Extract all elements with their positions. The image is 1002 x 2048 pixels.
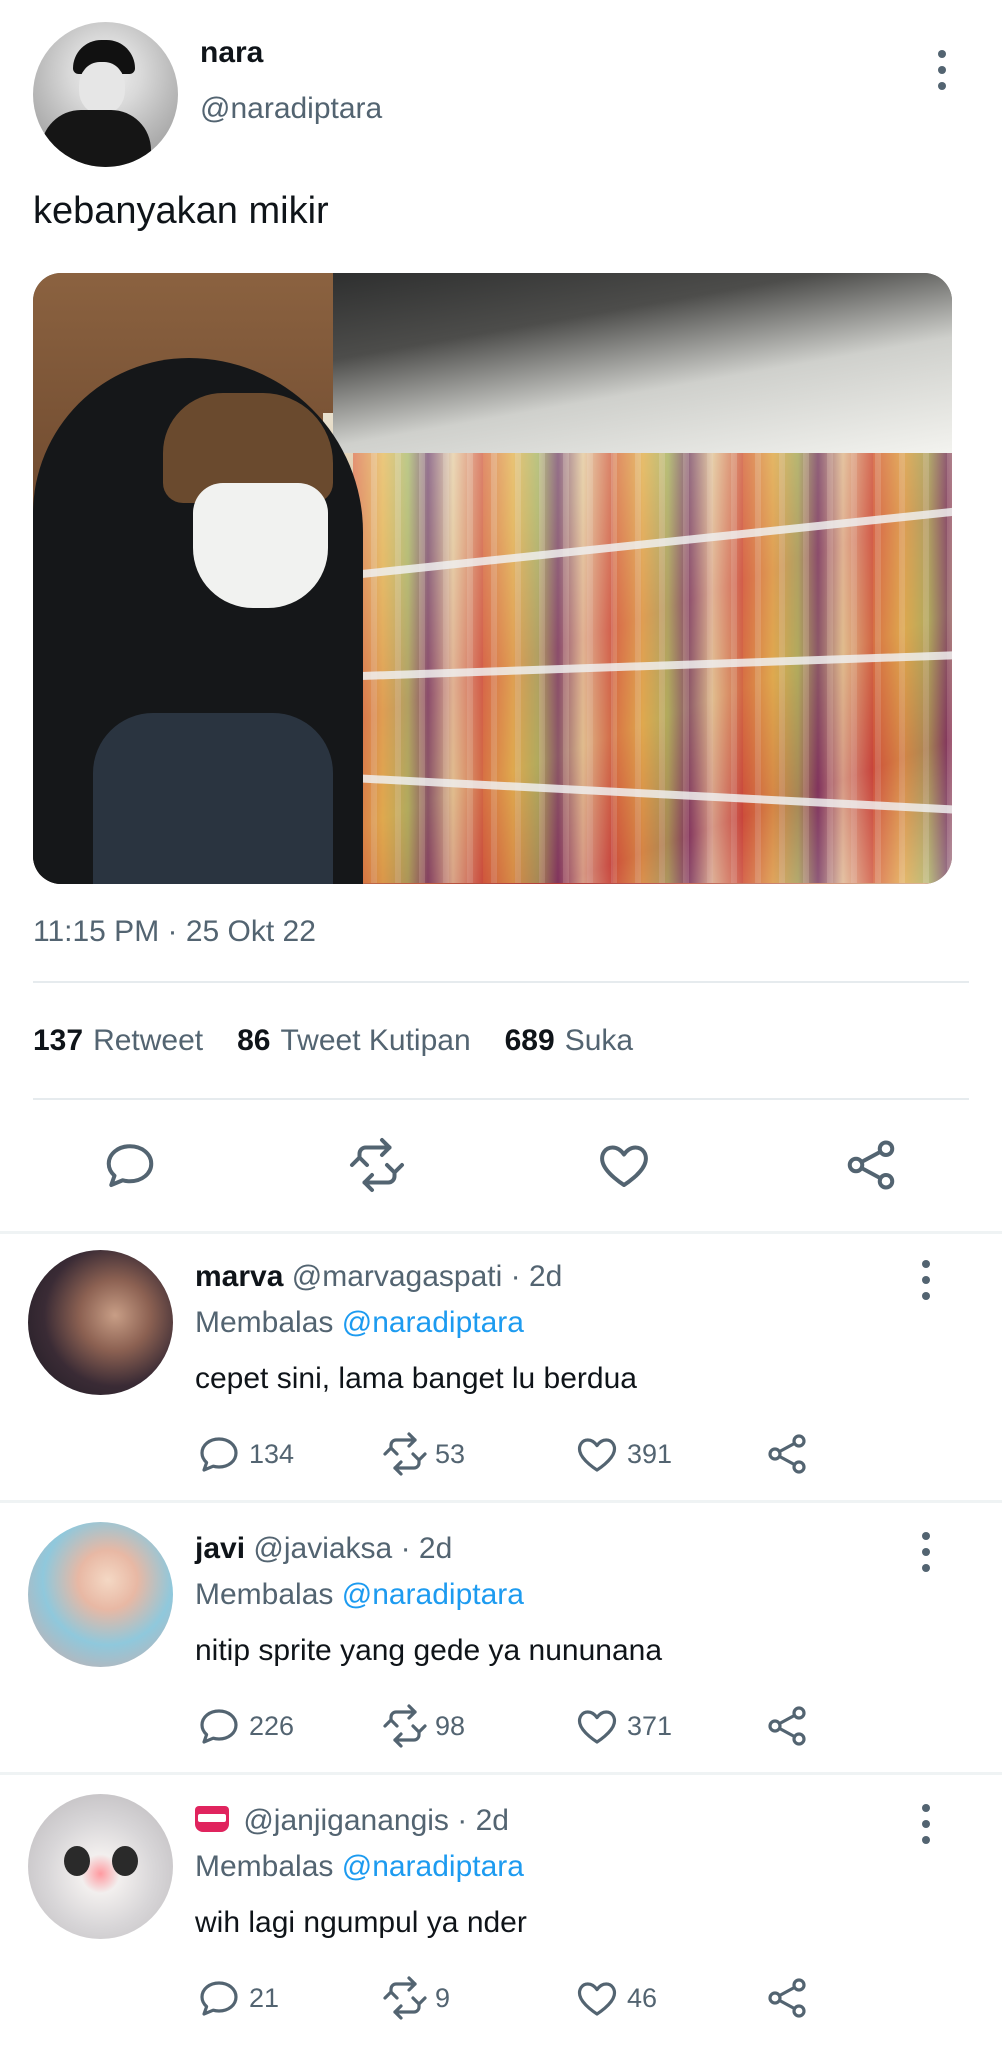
reply-display-name[interactable]: javi <box>195 1532 245 1565</box>
mention-link[interactable]: @naradiptara <box>342 1306 524 1339</box>
reply-button[interactable]: 21 <box>195 1974 279 2022</box>
author-handle[interactable]: @naradiptara <box>200 92 382 126</box>
reply-handle[interactable]: @javiaksa <box>253 1532 392 1565</box>
reply-age: · 2d <box>510 1260 563 1293</box>
retweet-count: 9 <box>435 1982 451 2013</box>
reply-avatar[interactable] <box>28 1794 173 1939</box>
share-icon[interactable] <box>841 1135 901 1195</box>
reply-button[interactable]: 134 <box>195 1430 294 1478</box>
like-count: 46 <box>627 1982 658 2013</box>
tweet-text: kebanyakan mikir <box>33 190 329 232</box>
reply-text: nitip sprite yang gede ya nununana <box>195 1634 663 1667</box>
like-count: 391 <box>627 1438 673 1469</box>
mention-link[interactable]: @naradiptara <box>342 1578 524 1611</box>
mention-link[interactable]: @naradiptara <box>342 1850 524 1883</box>
more-options-icon[interactable] <box>914 1258 938 1302</box>
replying-to: Membalas @naradiptara <box>195 1850 524 1883</box>
reply-actions: 226 98 371 <box>195 1702 835 1752</box>
reply-icon <box>200 1437 238 1472</box>
replying-to: Membalas @naradiptara <box>195 1578 524 1611</box>
like-button[interactable]: 391 <box>573 1430 672 1478</box>
retweet-icon[interactable] <box>347 1135 407 1195</box>
reply-item[interactable]: marva @marvagaspati · 2d Membalas @narad… <box>0 1234 1002 1506</box>
share-icon <box>768 1978 806 2018</box>
share-button[interactable] <box>763 1702 811 1750</box>
reply-divider <box>0 1772 1002 1775</box>
reply-button[interactable]: 226 <box>195 1702 294 1750</box>
share-icon <box>768 1434 806 1474</box>
retweet-icon <box>383 1976 427 2020</box>
tweet-photo[interactable] <box>33 273 952 884</box>
reply-count: 21 <box>249 1982 280 2013</box>
retweet-icon <box>383 1432 427 1476</box>
divider <box>33 1098 969 1100</box>
like-stat[interactable]: 689 Suka <box>505 1024 633 1058</box>
like-icon <box>577 1982 617 2016</box>
like-button[interactable]: 371 <box>573 1702 672 1750</box>
reply-text: wih lagi ngumpul ya nder <box>195 1906 527 1939</box>
share-icon <box>768 1706 806 1746</box>
reply-divider <box>0 1500 1002 1503</box>
share-button[interactable] <box>763 1430 811 1478</box>
like-icon <box>577 1438 617 1472</box>
reply-text: cepet sini, lama banget lu berdua <box>195 1362 637 1395</box>
tweet-timestamp[interactable]: 11:15 PM · 25 Okt 22 <box>33 915 316 949</box>
retweet-stat[interactable]: 137 Retweet <box>33 1024 203 1058</box>
more-options-icon[interactable] <box>930 48 954 92</box>
replying-to: Membalas @naradiptara <box>195 1306 524 1339</box>
retweet-button[interactable]: 53 <box>381 1430 465 1478</box>
like-button[interactable]: 46 <box>573 1974 657 2022</box>
reply-avatar[interactable] <box>28 1522 173 1667</box>
retweet-button[interactable]: 98 <box>381 1702 465 1750</box>
quote-tweet-stat[interactable]: 86 Tweet Kutipan <box>237 1024 471 1058</box>
divider <box>33 981 969 983</box>
reply-actions: 134 53 391 <box>195 1430 835 1480</box>
reply-display-name[interactable]: marva <box>195 1260 283 1293</box>
reply-item[interactable]: @janjiganangis · 2d Membalas @naradiptar… <box>0 1778 1002 2048</box>
retweet-button[interactable]: 9 <box>381 1974 450 2022</box>
reply-handle[interactable]: @janjiganangis <box>243 1804 449 1837</box>
reply-item[interactable]: javi @javiaksa · 2d Membalas @naradiptar… <box>0 1506 1002 1778</box>
reply-age: · 2d <box>457 1804 509 1837</box>
retweet-count: 53 <box>435 1438 466 1469</box>
like-count: 371 <box>627 1710 673 1741</box>
reply-count: 226 <box>249 1710 295 1741</box>
crown-emoji-icon <box>195 1806 229 1832</box>
like-icon <box>577 1710 617 1744</box>
reply-age: · 2d <box>400 1532 453 1565</box>
author-avatar[interactable] <box>33 22 178 167</box>
reply-actions: 21 9 46 <box>195 1974 835 2024</box>
reply-avatar[interactable] <box>28 1250 173 1395</box>
reply-count: 134 <box>249 1438 295 1469</box>
retweet-icon <box>383 1704 427 1748</box>
reply-icon <box>200 1709 238 1744</box>
reply-icon <box>200 1981 238 2016</box>
more-options-icon[interactable] <box>914 1802 938 1846</box>
share-button[interactable] <box>763 1974 811 2022</box>
retweet-count: 98 <box>435 1710 466 1741</box>
author-display-name[interactable]: nara <box>200 36 263 70</box>
reply-icon[interactable] <box>100 1135 160 1195</box>
reply-handle[interactable]: @marvagaspati <box>292 1260 503 1293</box>
like-icon[interactable] <box>594 1135 654 1195</box>
more-options-icon[interactable] <box>914 1530 938 1574</box>
tweet-stats: 137 Retweet 86 Tweet Kutipan 689 Suka <box>33 1024 633 1058</box>
